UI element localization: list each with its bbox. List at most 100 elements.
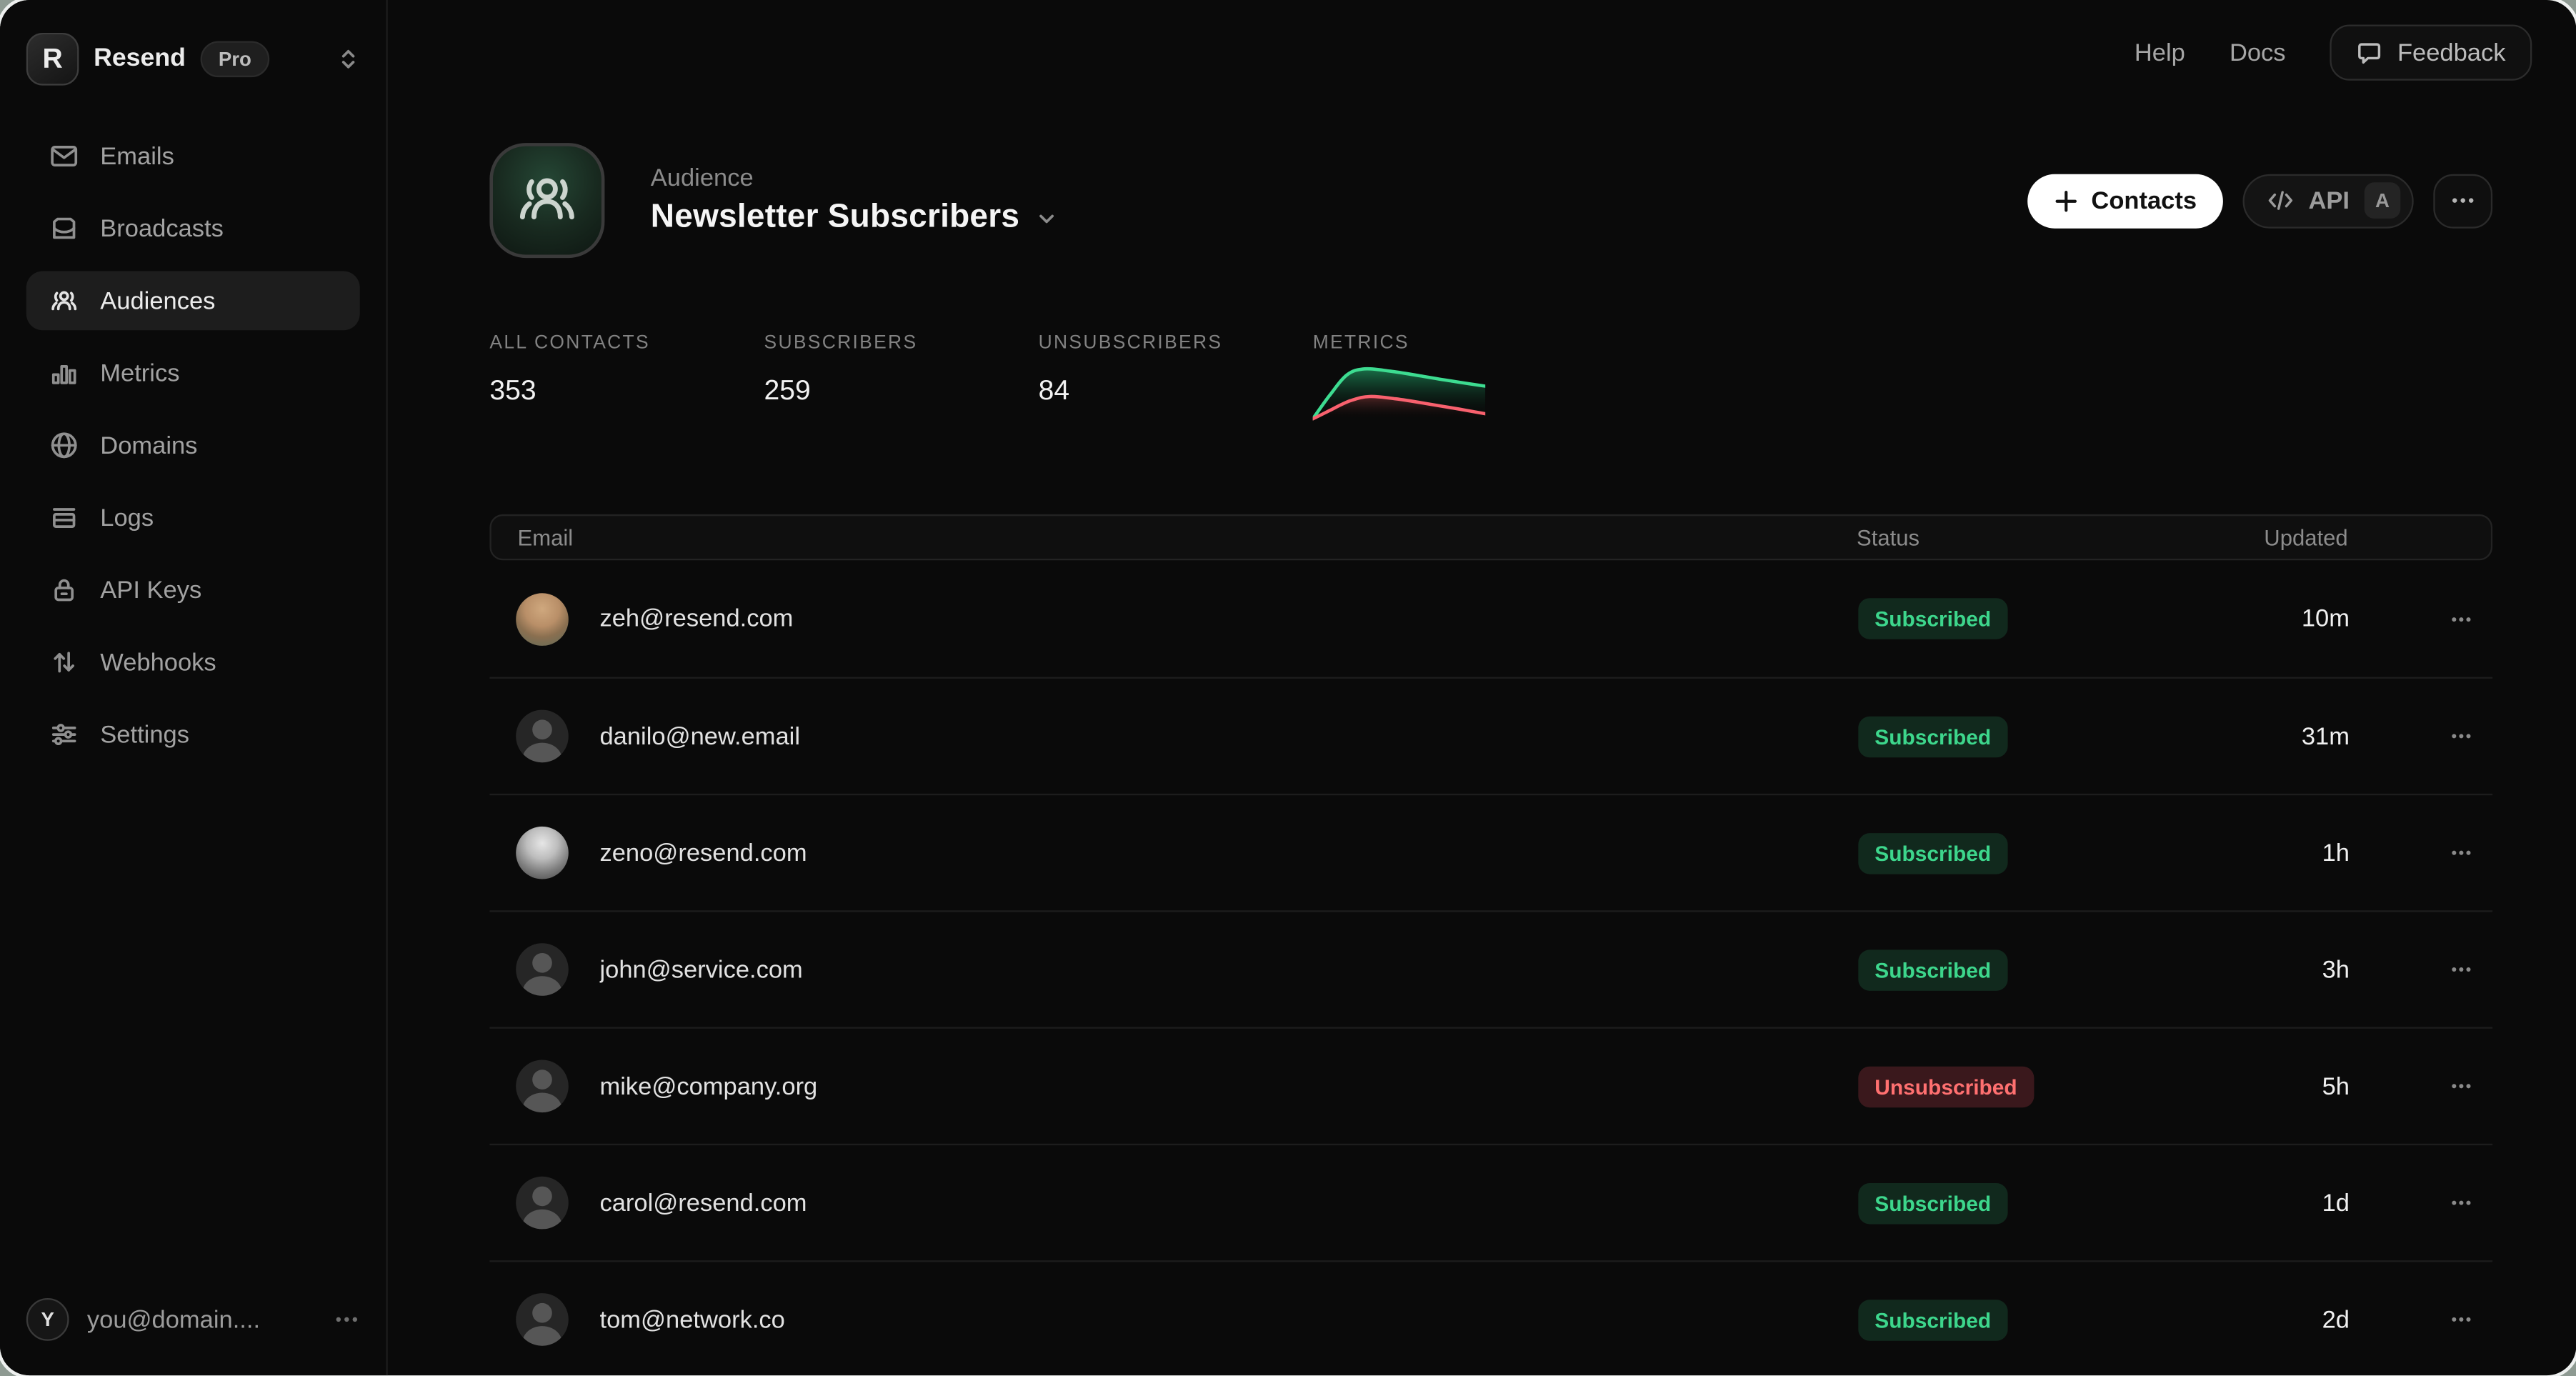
ellipsis-icon (2450, 187, 2476, 214)
main-content: Help Docs Feedback (388, 0, 2576, 1376)
api-label: API (2308, 186, 2350, 214)
contact-avatar (516, 1293, 569, 1346)
table-row[interactable]: tom@network.co Subscribed 2d (489, 1260, 2492, 1376)
column-header-updated: Updated (2227, 525, 2375, 550)
contact-avatar (516, 1177, 569, 1230)
docs-link[interactable]: Docs (2230, 39, 2286, 66)
contact-email: zeh@resend.com (600, 604, 794, 632)
sidebar-item-label: Audiences (100, 286, 215, 314)
table-row[interactable]: carol@resend.com Subscribed 1d (489, 1144, 2492, 1260)
audiences-group-icon (511, 164, 583, 236)
updated-time: 3h (2228, 955, 2376, 983)
ellipsis-icon (2450, 958, 2472, 981)
sidebar-item-label: Broadcasts (100, 214, 224, 242)
sidebar-item-audiences[interactable]: Audiences (26, 271, 360, 331)
stat-unsubscribers: UNSUBSCRIBERS 84 (1039, 334, 1313, 421)
sidebar-item-label: API Keys (100, 576, 201, 604)
status-badge: Subscribed (1858, 1299, 2007, 1340)
row-menu-button[interactable] (2376, 1308, 2492, 1331)
stat-value: 259 (764, 374, 1039, 407)
contact-email: danilo@new.email (600, 722, 801, 750)
updated-time: 5h (2228, 1072, 2376, 1100)
stats-row: ALL CONTACTS 353 SUBSCRIBERS 259 UNSUBSC… (489, 334, 2492, 421)
contact-email: john@service.com (600, 955, 803, 983)
row-menu-button[interactable] (2376, 1192, 2492, 1215)
keyboard-shortcut-badge: A (2365, 182, 2401, 219)
status-badge: Subscribed (1858, 1182, 2007, 1224)
updated-time: 1h (2228, 839, 2376, 867)
ellipsis-icon (2450, 1192, 2472, 1215)
user-avatar: Y (26, 1299, 69, 1342)
audience-avatar (489, 143, 604, 258)
contact-avatar (516, 592, 569, 645)
status-badge: Subscribed (1858, 832, 2007, 874)
ellipsis-icon (2450, 607, 2472, 630)
chevron-up-down-icon[interactable] (337, 48, 360, 71)
sidebar-item-api-keys[interactable]: API Keys (26, 560, 360, 619)
workspace-switcher[interactable]: R Resend Pro (0, 26, 386, 92)
sidebar-item-emails[interactable]: Emails (26, 126, 360, 186)
table-row[interactable]: zeno@resend.com Subscribed 1h (489, 794, 2492, 910)
api-button[interactable]: API A (2242, 174, 2413, 228)
sidebar-item-label: Logs (100, 504, 154, 532)
sidebar-item-label: Emails (100, 142, 174, 170)
broadcast-icon (48, 212, 81, 245)
sliders-icon (48, 718, 81, 751)
sidebar-item-webhooks[interactable]: Webhooks (26, 633, 360, 692)
row-menu-button[interactable] (2376, 958, 2492, 981)
ellipsis-icon (2450, 724, 2472, 747)
user-menu[interactable]: Y you@domain.... (26, 1287, 360, 1353)
row-menu-button[interactable] (2376, 1075, 2492, 1097)
updated-time: 1d (2228, 1189, 2376, 1217)
status-badge: Subscribed (1858, 598, 2007, 639)
sidebar-item-settings[interactable]: Settings (26, 705, 360, 764)
stat-label: METRICS (1313, 334, 1486, 354)
stat-label: SUBSCRIBERS (764, 334, 1039, 354)
feedback-button[interactable]: Feedback (2330, 25, 2532, 81)
logs-icon (48, 502, 81, 534)
plan-badge: Pro (201, 41, 270, 78)
contact-avatar (516, 710, 569, 763)
sidebar-item-metrics[interactable]: Metrics (26, 344, 360, 403)
contacts-table: Email Status Updated zeh@resend.com Subs… (489, 514, 2492, 1376)
status-badge: Subscribed (1858, 949, 2007, 990)
table-row[interactable]: mike@company.org Unsubscribed 5h (489, 1027, 2492, 1144)
ellipsis-icon (2450, 1308, 2472, 1331)
page-titles: Audience Newsletter Subscribers (651, 164, 1056, 236)
table-row[interactable]: john@service.com Subscribed 3h (489, 910, 2492, 1027)
help-link[interactable]: Help (2135, 39, 2185, 66)
updated-time: 10m (2228, 604, 2376, 632)
row-menu-button[interactable] (2376, 842, 2492, 864)
add-contacts-label: Contacts (2091, 186, 2197, 214)
column-header-email: Email (518, 525, 1857, 550)
table-row[interactable]: danilo@new.email Subscribed 31m (489, 677, 2492, 794)
contact-avatar (516, 827, 569, 879)
status-badge: Subscribed (1858, 716, 2007, 757)
plus-icon (2054, 188, 2079, 213)
add-contacts-button[interactable]: Contacts (2027, 174, 2223, 228)
contact-avatar (516, 943, 569, 996)
sidebar-item-label: Settings (100, 721, 189, 749)
user-email: you@domain.... (87, 1306, 316, 1334)
sidebar-item-domains[interactable]: Domains (26, 416, 360, 475)
more-options-button[interactable] (2433, 174, 2492, 228)
stat-value: 84 (1039, 374, 1313, 407)
header-actions: Contacts API A (2027, 174, 2492, 228)
contact-email: mike@company.org (600, 1072, 818, 1100)
updated-time: 2d (2228, 1305, 2376, 1333)
metrics-sparkline (1313, 363, 1486, 421)
page-eyebrow: Audience (651, 164, 1056, 192)
row-menu-button[interactable] (2376, 724, 2492, 747)
stat-label: ALL CONTACTS (489, 334, 764, 354)
row-menu-button[interactable] (2376, 607, 2492, 630)
sidebar-item-broadcasts[interactable]: Broadcasts (26, 199, 360, 258)
chevron-down-icon[interactable] (1036, 208, 1056, 228)
contact-email: zeno@resend.com (600, 839, 807, 867)
table-row[interactable]: zeh@resend.com Subscribed 10m (489, 560, 2492, 677)
mail-icon (48, 140, 81, 173)
ellipsis-icon[interactable] (334, 1307, 360, 1333)
app-window: R Resend Pro Emails Broadcasts Audiences (0, 0, 2576, 1376)
sidebar-item-logs[interactable]: Logs (26, 488, 360, 547)
ellipsis-icon (2450, 842, 2472, 864)
page-header: Audience Newsletter Subscribers Contacts… (489, 143, 2492, 258)
